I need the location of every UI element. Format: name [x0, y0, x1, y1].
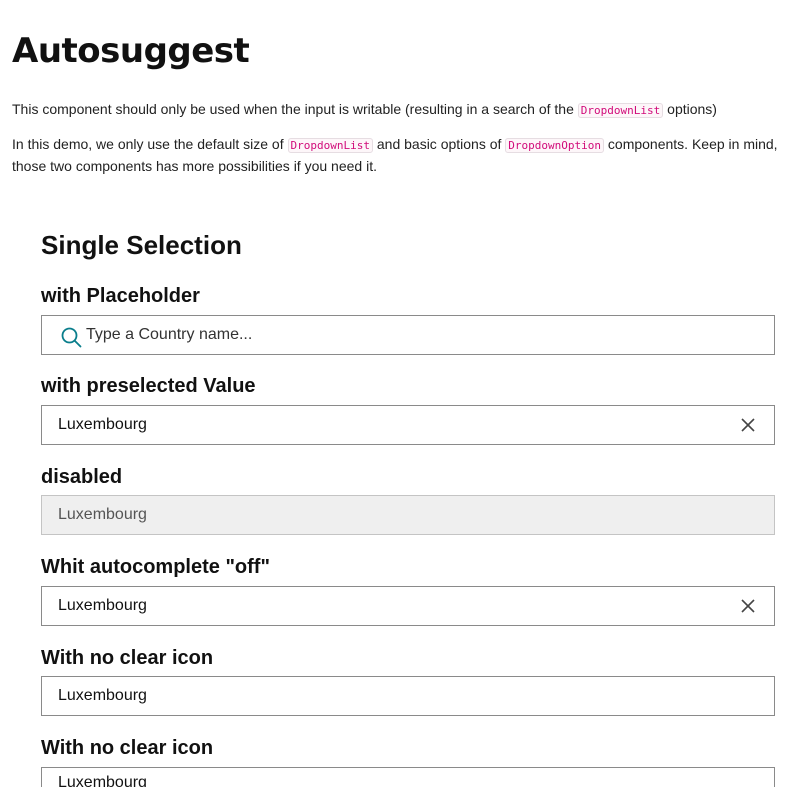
intro-text: options) — [663, 101, 717, 117]
autosuggest-disabled — [41, 495, 775, 535]
country-input-no-clear[interactable] — [58, 677, 718, 715]
country-input-preselected[interactable] — [58, 406, 718, 444]
dropdownlist-code: DropdownList — [577, 103, 664, 118]
country-input-disabled — [58, 496, 718, 534]
autosuggest-autocomplete-off[interactable] — [41, 586, 775, 626]
dropdownoption-code: DropdownOption — [505, 138, 605, 153]
field-label-autocomplete-off: Whit autocomplete "off" — [41, 556, 270, 578]
field-label-no-clear-2: With no clear icon — [41, 737, 214, 759]
field-label-disabled: disabled — [41, 466, 123, 488]
intro-paragraph-2: In this demo, we only use the default si… — [12, 134, 782, 176]
autosuggest-placeholder[interactable] — [41, 315, 775, 355]
intro-text: and basic options of — [372, 136, 506, 152]
search-icon — [61, 327, 82, 348]
field-label-placeholder: with Placeholder — [41, 285, 200, 307]
field-label-no-clear: With no clear icon — [41, 647, 214, 669]
intro-text: This component should only be used when … — [12, 101, 578, 117]
country-search-input[interactable] — [86, 316, 746, 354]
country-input-no-clear-2[interactable] — [58, 764, 718, 787]
autosuggest-preselected[interactable] — [41, 405, 775, 445]
field-label-preselected: with preselected Value — [41, 375, 256, 397]
intro-paragraph-1: This component should only be used when … — [12, 99, 782, 121]
autosuggest-no-clear-2[interactable] — [41, 764, 775, 787]
intro-text: In this demo, we only use the default si… — [12, 136, 288, 152]
country-input-autocomplete-off[interactable] — [58, 587, 718, 625]
close-icon[interactable] — [740, 417, 756, 433]
dropdownlist-code: DropdownList — [287, 138, 373, 153]
section-title: Single Selection — [41, 230, 242, 260]
page-title: Autosuggest — [12, 31, 250, 71]
autosuggest-no-clear[interactable] — [41, 676, 775, 716]
close-icon[interactable] — [740, 598, 756, 614]
